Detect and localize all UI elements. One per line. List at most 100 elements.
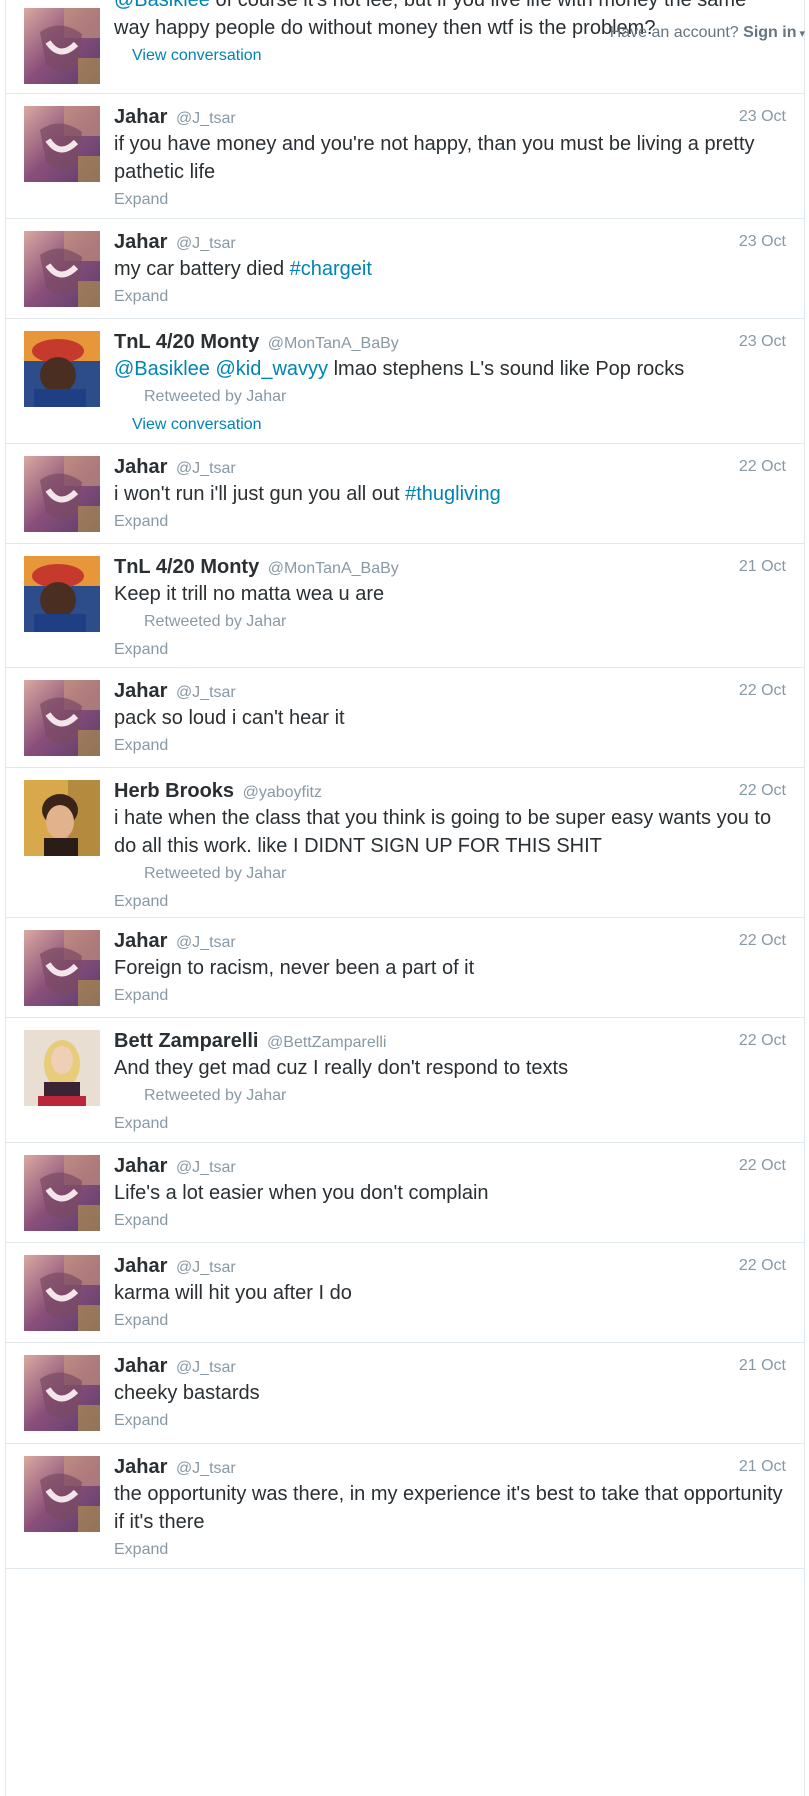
view-conversation-link[interactable]: View conversation xyxy=(114,411,786,439)
avatar[interactable] xyxy=(24,456,100,532)
tweet-timestamp[interactable]: 22 Oct xyxy=(739,778,786,804)
tweet-timestamp[interactable]: 22 Oct xyxy=(739,454,786,480)
retweeted-label: Retweeted by xyxy=(144,388,242,405)
tweet[interactable]: Jahar @J_tsar 23 Oct if you have money and… xyxy=(6,94,804,219)
avatar[interactable] xyxy=(24,780,100,856)
tweet[interactable]: Jahar @J_tsar 21 Oct the opportunity was t… xyxy=(6,1444,804,1569)
tweet-timestamp[interactable]: 21 Oct xyxy=(739,1454,786,1480)
username[interactable]: @yaboyfitz xyxy=(243,784,322,801)
username[interactable]: @MonTanA_BaBy xyxy=(268,335,399,352)
fullname[interactable]: Herb Brooks xyxy=(114,780,234,802)
expand-link[interactable]: Expand xyxy=(114,186,786,214)
tweet-timestamp[interactable]: 23 Oct xyxy=(739,229,786,255)
username[interactable]: @J_tsar xyxy=(176,460,236,477)
expand-link[interactable]: Expand xyxy=(114,1307,786,1335)
tweet-timestamp[interactable]: 21 Oct xyxy=(739,1353,786,1379)
tweet-timestamp[interactable]: 22 Oct xyxy=(739,1028,786,1054)
expand-link[interactable]: Expand xyxy=(114,1536,786,1564)
fullname[interactable]: Jahar xyxy=(114,1355,167,1377)
fullname[interactable]: Jahar xyxy=(114,231,167,253)
fullname[interactable]: Jahar xyxy=(114,1456,167,1478)
avatar[interactable] xyxy=(24,231,100,307)
username[interactable]: @J_tsar xyxy=(176,1460,236,1477)
tweet[interactable]: Jahar @J_tsar 22 Oct i won't run i'll just… xyxy=(6,444,804,544)
tweet[interactable]: Jahar @J_tsar 22 Oct pack so loud i can't … xyxy=(6,668,804,768)
expand-link[interactable]: Expand xyxy=(114,1407,786,1435)
tweet[interactable]: Jahar @J_tsar 22 Oct Life's a lot easier w… xyxy=(6,1143,804,1243)
username[interactable]: @J_tsar xyxy=(176,934,236,951)
hashtag-link[interactable]: #chargeit xyxy=(290,258,372,280)
tweet[interactable]: Jahar @J_tsar 21 Oct cheeky bastards Expand xyxy=(6,1343,804,1444)
expand-link[interactable]: Expand xyxy=(114,636,786,664)
username[interactable]: @J_tsar xyxy=(176,684,236,701)
avatar[interactable] xyxy=(24,556,100,632)
expand-link[interactable]: Expand xyxy=(114,508,786,536)
username[interactable]: @J_tsar xyxy=(176,110,236,127)
username[interactable]: @BettZamparelli xyxy=(267,1034,386,1051)
fullname[interactable]: Jahar xyxy=(114,456,167,478)
tweet[interactable]: @Basiklee of course it's not lee, but if… xyxy=(6,0,804,94)
avatar[interactable] xyxy=(24,1456,100,1532)
tweet-timestamp[interactable]: 22 Oct xyxy=(739,928,786,954)
tweet-timestamp[interactable]: 23 Oct xyxy=(739,329,786,355)
fullname[interactable]: Bett Zamparelli xyxy=(114,1030,258,1052)
mention-link[interactable]: @Basiklee xyxy=(114,0,210,11)
avatar[interactable] xyxy=(24,1255,100,1331)
tweet[interactable]: TnL 4/20 Monty @MonTanA_BaBy 21 Oct Keep i… xyxy=(6,544,804,668)
tweet-timestamp[interactable]: 22 Oct xyxy=(739,678,786,704)
view-conversation-link[interactable]: View conversation xyxy=(114,42,786,70)
tweet-timestamp[interactable]: 22 Oct xyxy=(739,1253,786,1279)
username[interactable]: @J_tsar xyxy=(176,1259,236,1276)
tweet-content: Jahar @J_tsar 23 Oct my car battery died #… xyxy=(114,229,786,311)
expand-link[interactable]: Expand xyxy=(114,1207,786,1235)
username[interactable]: @J_tsar xyxy=(176,1159,236,1176)
fullname[interactable]: TnL 4/20 Monty xyxy=(114,556,259,578)
tweet-header: Jahar @J_tsar 22 Oct xyxy=(114,928,786,954)
fullname[interactable]: TnL 4/20 Monty xyxy=(114,331,259,353)
fullname[interactable]: Jahar xyxy=(114,680,167,702)
tweet-timestamp[interactable]: 23 Oct xyxy=(739,104,786,130)
tweet-content: Jahar @J_tsar 23 Oct if you have money and… xyxy=(114,104,786,214)
fullname[interactable]: Jahar xyxy=(114,1155,167,1177)
tweet-header: Jahar @J_tsar 22 Oct xyxy=(114,1153,786,1179)
tweet[interactable]: Bett Zamparelli @BettZamparelli 22 Oct And… xyxy=(6,1018,804,1143)
mention-link[interactable]: @kid_wavyy xyxy=(215,358,328,380)
tweet-content: Jahar @J_tsar 22 Oct i won't run i'll just… xyxy=(114,454,786,536)
fullname[interactable]: Jahar xyxy=(114,106,167,128)
username[interactable]: @J_tsar xyxy=(176,1359,236,1376)
avatar[interactable] xyxy=(24,680,100,756)
signin-bar[interactable]: Have an account? Sign in ▾ xyxy=(610,24,805,42)
avatar[interactable] xyxy=(24,106,100,182)
tweet[interactable]: Jahar @J_tsar 22 Oct karma will hit you af… xyxy=(6,1243,804,1343)
signin-link[interactable]: Sign in xyxy=(743,24,796,41)
expand-link[interactable]: Expand xyxy=(114,732,786,760)
avatar[interactable] xyxy=(24,1355,100,1431)
expand-link[interactable]: Expand xyxy=(114,982,786,1010)
expand-link[interactable]: Expand xyxy=(114,888,786,916)
retweeter-name[interactable]: Jahar xyxy=(246,388,286,405)
avatar[interactable] xyxy=(24,331,100,407)
expand-link[interactable]: Expand xyxy=(114,1110,786,1138)
retweeter-name[interactable]: Jahar xyxy=(246,613,286,630)
tweet[interactable]: Jahar @J_tsar 23 Oct my car battery died #… xyxy=(6,219,804,319)
avatar[interactable] xyxy=(24,1155,100,1231)
avatar[interactable] xyxy=(24,930,100,1006)
tweet[interactable]: TnL 4/20 Monty @MonTanA_BaBy 23 Oct @Basik… xyxy=(6,319,804,444)
username[interactable]: @MonTanA_BaBy xyxy=(268,560,399,577)
tweet[interactable]: Herb Brooks @yaboyfitz 22 Oct i hate when … xyxy=(6,768,804,918)
text-fragment: if you have money and you're not happy, … xyxy=(114,133,755,183)
fullname[interactable]: Jahar xyxy=(114,930,167,952)
mention-link[interactable]: @Basiklee xyxy=(114,358,210,380)
tweet[interactable]: Jahar @J_tsar 22 Oct Foreign to racism, ne… xyxy=(6,918,804,1018)
avatar[interactable] xyxy=(24,8,100,84)
retweeter-name[interactable]: Jahar xyxy=(246,865,286,882)
expand-link[interactable]: Expand xyxy=(114,283,786,311)
hashtag-link[interactable]: #thugliving xyxy=(405,483,501,505)
username[interactable]: @J_tsar xyxy=(176,235,236,252)
avatar[interactable] xyxy=(24,1030,100,1106)
tweet-timestamp[interactable]: 22 Oct xyxy=(739,1153,786,1179)
caret-down-icon[interactable]: ▾ xyxy=(799,28,805,40)
fullname[interactable]: Jahar xyxy=(114,1255,167,1277)
retweeter-name[interactable]: Jahar xyxy=(246,1087,286,1104)
tweet-timestamp[interactable]: 21 Oct xyxy=(739,554,786,580)
